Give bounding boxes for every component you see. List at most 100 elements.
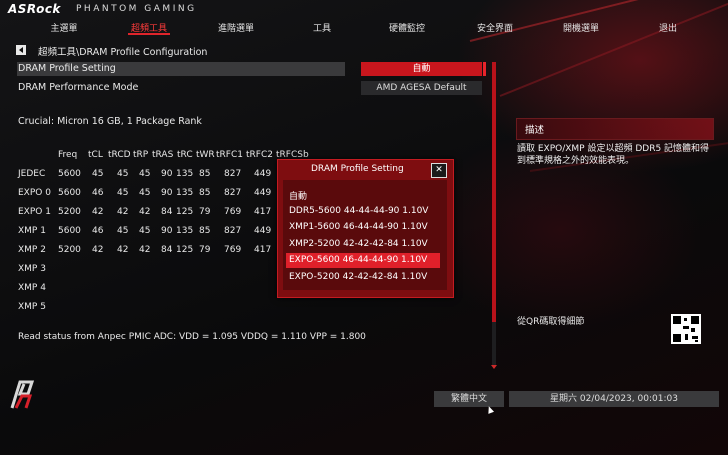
table-cell: 45 (139, 226, 151, 236)
popup-title: DRAM Profile Setting (311, 164, 404, 174)
table-cell: 827 (224, 188, 242, 198)
popup-option[interactable]: XMP2-5200 42-42-42-84 1.10V (289, 239, 428, 249)
dram-performance-mode-label[interactable]: DRAM Performance Mode (18, 82, 138, 93)
table-cell: 45 (117, 169, 129, 179)
dram-performance-mode-value[interactable]: AMD AGESA Default (361, 81, 482, 95)
table-row-name: XMP 3 (18, 264, 46, 274)
table-cell: 42 (117, 207, 129, 217)
table-cell: 42 (117, 245, 129, 255)
table-header: tRCD (108, 150, 131, 160)
table-cell: 827 (224, 226, 242, 236)
popup-option[interactable]: DDR5-5600 44-44-44-90 1.10V (289, 206, 428, 216)
table-cell: 449 (254, 169, 272, 179)
table-cell: 79 (199, 245, 211, 255)
popup-option[interactable]: 自動 (289, 189, 307, 202)
main-nav: 主選單 超頻工具 進階選單 工具 硬體監控 安全界面 開機選單 退出 (0, 18, 728, 36)
table-cell: 42 (92, 207, 104, 217)
table-cell: 5600 (58, 188, 81, 198)
table-cell: 85 (199, 226, 211, 236)
table-row-name: XMP 4 (18, 283, 46, 293)
top-bar: ASRock PHANTOM GAMING (0, 0, 728, 18)
table-cell: 769 (224, 245, 242, 255)
table-header: Freq (58, 150, 78, 160)
table-cell: 125 (176, 207, 194, 217)
table-cell: 417 (254, 207, 272, 217)
brand-logo: ASRock (8, 2, 61, 16)
popup-option[interactable]: EXPO-5200 42-42-42-84 1.10V (289, 272, 427, 282)
table-cell: 5200 (58, 245, 81, 255)
tab-boot[interactable]: 開機選單 (546, 21, 616, 34)
dram-profile-setting-value-text: 自動 (412, 64, 431, 74)
dram-profile-setting-value[interactable]: 自動 (361, 62, 486, 76)
tab-advanced[interactable]: 進階選單 (201, 21, 271, 34)
back-arrow-icon[interactable] (16, 45, 26, 55)
language-button[interactable]: 繁體中文 (434, 391, 504, 407)
phantom-gaming-logo-icon (10, 380, 35, 409)
pmic-read-status: Read status from Anpec PMIC ADC: VDD = 1… (18, 332, 366, 342)
description-header (516, 118, 714, 140)
table-cell: 84 (161, 207, 173, 217)
table-cell: 84 (161, 245, 173, 255)
dram-profile-setting-label[interactable]: DRAM Profile Setting (18, 63, 116, 74)
table-cell: 125 (176, 245, 194, 255)
table-cell: 85 (199, 188, 211, 198)
table-header: tRAS (152, 150, 174, 160)
scroll-down-arrow-icon[interactable] (491, 365, 497, 369)
table-cell: 449 (254, 226, 272, 236)
tab-hw-monitor[interactable]: 硬體監控 (372, 21, 442, 34)
table-cell: 827 (224, 169, 242, 179)
table-cell: 449 (254, 188, 272, 198)
table-header: tRC (177, 150, 193, 160)
table-cell: 5600 (58, 226, 81, 236)
description-title: 描述 (525, 125, 545, 136)
table-cell: 90 (161, 188, 173, 198)
table-header: tRP (133, 150, 149, 160)
tab-main[interactable]: 主選單 (29, 21, 99, 34)
table-row-name: XMP 1 (18, 226, 46, 236)
module-info: Crucial: Micron 16 GB, 1 Package Rank (18, 116, 202, 127)
table-cell: 46 (92, 188, 104, 198)
table-cell: 42 (92, 245, 104, 255)
table-row-name: EXPO 0 (18, 188, 51, 198)
table-cell: 417 (254, 245, 272, 255)
table-cell: 5600 (58, 169, 81, 179)
table-cell: 135 (176, 169, 194, 179)
scrollbar-thumb[interactable] (492, 62, 496, 322)
tab-exit[interactable]: 退出 (633, 21, 703, 34)
active-tab-indicator (128, 33, 170, 35)
popup-option-selected[interactable]: EXPO-5600 46-44-44-90 1.10V (289, 255, 427, 265)
table-cell: 79 (199, 207, 211, 217)
breadcrumb: 超頻工具\DRAM Profile Configuration (38, 47, 208, 58)
brand-subtitle: PHANTOM GAMING (76, 4, 197, 14)
table-cell: 45 (139, 188, 151, 198)
tab-tool[interactable]: 工具 (287, 21, 357, 34)
table-cell: 45 (92, 169, 104, 179)
table-cell: 90 (161, 226, 173, 236)
table-cell: 135 (176, 226, 194, 236)
close-icon[interactable]: ✕ (431, 163, 447, 178)
table-cell: 46 (92, 226, 104, 236)
table-cell: 769 (224, 207, 242, 217)
table-cell: 42 (139, 207, 151, 217)
table-cell: 45 (139, 169, 151, 179)
table-cell: 85 (199, 169, 211, 179)
table-cell: 42 (139, 245, 151, 255)
table-row-name: XMP 5 (18, 302, 46, 312)
tab-security[interactable]: 安全界面 (460, 21, 530, 34)
table-header: tRFC2 (246, 150, 273, 160)
description-text: 讀取 EXPO/XMP 設定以超頻 DDR5 記憶體和得到標準規格之外的效能表現… (517, 144, 710, 166)
table-row-name: XMP 2 (18, 245, 46, 255)
table-header: tWR (196, 150, 215, 160)
table-cell: 90 (161, 169, 173, 179)
popup-option[interactable]: XMP1-5600 46-44-44-90 1.10V (289, 222, 428, 232)
table-cell: 135 (176, 188, 194, 198)
table-row-name: JEDEC (18, 169, 46, 179)
value-edge-marker (483, 62, 486, 76)
table-cell: 5200 (58, 207, 81, 217)
qr-code-icon (671, 314, 701, 344)
qr-code-label: 從QR碼取得細節 (517, 317, 585, 327)
table-cell: 45 (117, 188, 129, 198)
table-row-name: EXPO 1 (18, 207, 51, 217)
table-cell: 45 (117, 226, 129, 236)
table-header: tRFC1 (216, 150, 243, 160)
